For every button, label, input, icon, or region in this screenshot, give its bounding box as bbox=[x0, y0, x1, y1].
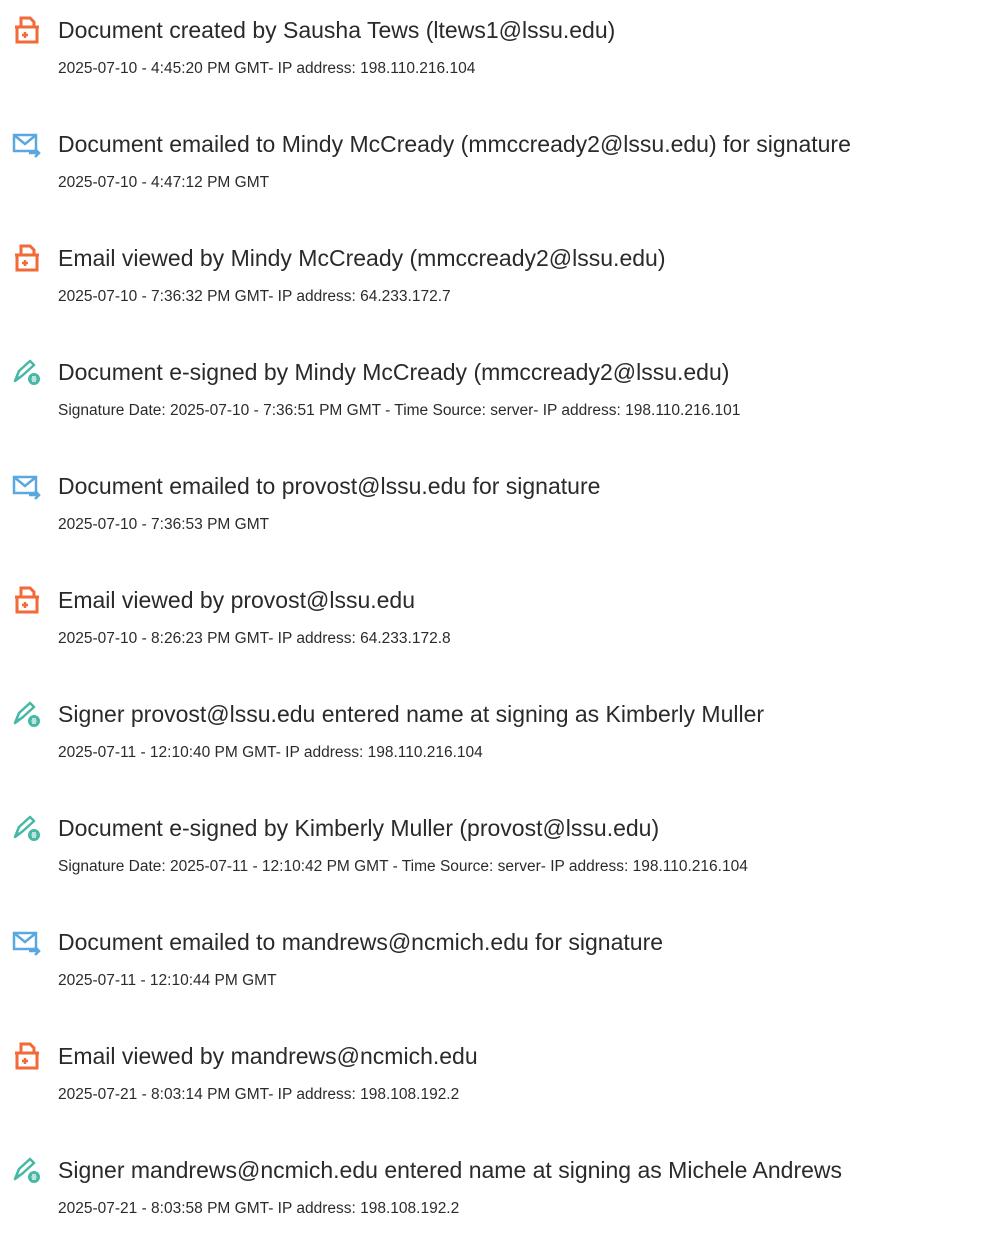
event-detail: 2025-07-21 - 8:03:58 PM GMT- IP address:… bbox=[58, 1200, 460, 1217]
e-signature-pen-icon bbox=[13, 1157, 40, 1183]
audit-event: Document created by Sausha Tews (ltews1@… bbox=[0, 14, 1000, 104]
audit-event: Document e-signed by Kimberly Muller (pr… bbox=[0, 812, 1000, 902]
document-emailed-icon bbox=[12, 475, 41, 500]
audit-event: Document emailed to mandrews@ncmich.edu … bbox=[0, 926, 1000, 1016]
event-title: Document emailed to Mindy McCready (mmcc… bbox=[58, 131, 851, 157]
audit-event: Document emailed to provost@lssu.edu for… bbox=[0, 470, 1000, 560]
audit-event: Email viewed by provost@lssu.edu 2025-07… bbox=[0, 584, 1000, 674]
event-detail: 2025-07-11 - 12:10:44 PM GMT bbox=[58, 972, 277, 989]
audit-event: Email viewed by Mindy McCready (mmccread… bbox=[0, 242, 1000, 332]
event-detail: 2025-07-10 - 8:26:23 PM GMT- IP address:… bbox=[58, 630, 451, 647]
event-detail: 2025-07-11 - 12:10:40 PM GMT- IP address… bbox=[58, 744, 483, 761]
document-emailed-icon bbox=[12, 133, 41, 158]
audit-event: Email viewed by mandrews@ncmich.edu 2025… bbox=[0, 1040, 1000, 1130]
event-title: Email viewed by mandrews@ncmich.edu bbox=[58, 1043, 478, 1069]
event-detail: Signature Date: 2025-07-11 - 12:10:42 PM… bbox=[58, 858, 748, 875]
audit-event: Signer provost@lssu.edu entered name at … bbox=[0, 698, 1000, 788]
audit-event: Signer mandrews@ncmich.edu entered name … bbox=[0, 1154, 1000, 1244]
email-viewed-icon bbox=[15, 1042, 39, 1070]
e-signature-pen-icon bbox=[13, 701, 40, 727]
event-title: Document emailed to mandrews@ncmich.edu … bbox=[58, 929, 664, 955]
document-created-icon bbox=[15, 16, 39, 44]
e-signature-pen-icon bbox=[13, 359, 40, 385]
document-emailed-icon bbox=[12, 931, 41, 956]
e-signature-pen-icon bbox=[13, 815, 40, 841]
event-title: Signer mandrews@ncmich.edu entered name … bbox=[58, 1157, 843, 1183]
event-title: Document created by Sausha Tews (ltews1@… bbox=[58, 17, 616, 43]
event-detail: 2025-07-10 - 4:47:12 PM GMT bbox=[58, 174, 270, 191]
event-detail: 2025-07-21 - 8:03:14 PM GMT- IP address:… bbox=[58, 1086, 460, 1103]
audit-event: Document emailed to Mindy McCready (mmcc… bbox=[0, 128, 1000, 218]
event-detail: 2025-07-10 - 7:36:53 PM GMT bbox=[58, 516, 270, 533]
email-viewed-icon bbox=[15, 244, 39, 272]
event-title: Document emailed to provost@lssu.edu for… bbox=[58, 473, 601, 499]
event-title: Document e-signed by Kimberly Muller (pr… bbox=[58, 815, 660, 841]
event-title: Document e-signed by Mindy McCready (mmc… bbox=[58, 359, 730, 385]
event-title: Email viewed by provost@lssu.edu bbox=[58, 587, 416, 613]
event-title: Email viewed by Mindy McCready (mmccread… bbox=[58, 245, 666, 271]
event-detail: 2025-07-10 - 7:36:32 PM GMT- IP address:… bbox=[58, 288, 451, 305]
event-title: Signer provost@lssu.edu entered name at … bbox=[58, 701, 765, 727]
email-viewed-icon bbox=[15, 586, 39, 614]
event-detail: 2025-07-10 - 4:45:20 PM GMT- IP address:… bbox=[58, 60, 476, 77]
event-detail: Signature Date: 2025-07-10 - 7:36:51 PM … bbox=[58, 402, 741, 419]
audit-event: Document e-signed by Mindy McCready (mmc… bbox=[0, 356, 1000, 446]
